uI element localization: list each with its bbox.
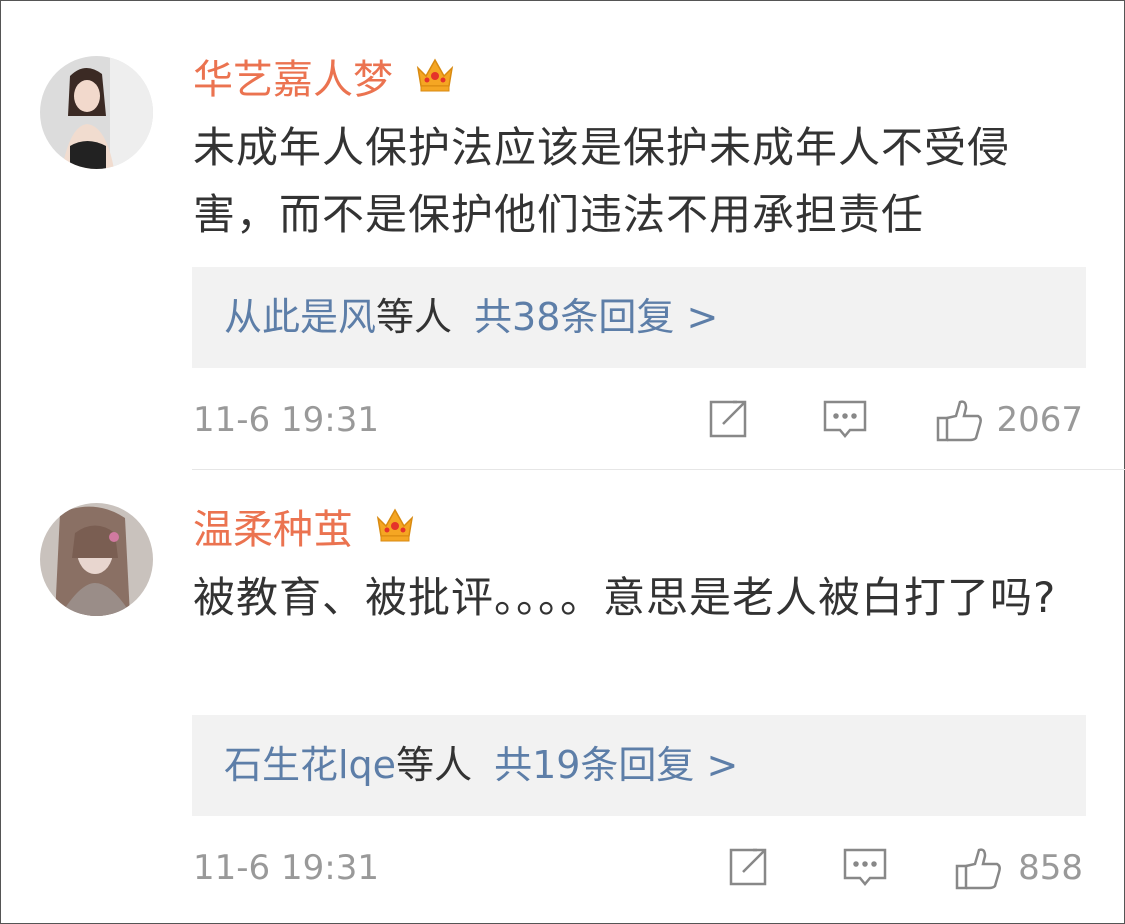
reply-suffix: 等人 — [396, 743, 473, 787]
username[interactable]: 华艺嘉人梦 — [193, 56, 456, 105]
like-count: 858 — [1018, 848, 1083, 888]
avatar[interactable] — [40, 503, 153, 616]
like-count: 2067 — [996, 400, 1083, 440]
crown-icon — [374, 504, 416, 555]
replies-link[interactable]: 石生花lqe等人 共19条回复 > — [192, 715, 1086, 816]
comment-icon[interactable] — [822, 398, 868, 446]
thumbs-up-icon[interactable] — [955, 846, 1003, 896]
comment-text: 未成年人保护法应该是保护未成年人不受侵害，而不是保护他们违法不用承担责任 — [193, 123, 1011, 239]
username-text[interactable]: 温柔种茧 — [193, 507, 353, 553]
username-text[interactable]: 华艺嘉人梦 — [193, 57, 393, 103]
comment-item: 温柔种茧 被教育、被批评。。。。意思是老人被白打了吗? 石生花lqe等人 共19条… — [0, 470, 1125, 924]
share-icon[interactable] — [727, 846, 771, 894]
reply-user-names: 从此是风 — [224, 295, 377, 339]
replies-link[interactable]: 从此是风等人 共38条回复 > — [192, 267, 1086, 368]
comment-item: 华艺嘉人梦 未成年人保护法应该是保护未成年人不受侵害，而不是保护他们违法不用承担… — [0, 0, 1125, 470]
thumbs-up-icon[interactable] — [936, 398, 984, 448]
comment-footer: 11-6 19:31 858 — [0, 838, 1125, 898]
reply-count: 共19条回复 > — [494, 743, 739, 787]
avatar[interactable] — [40, 56, 153, 169]
reply-user-names: 石生花lqe — [224, 743, 397, 787]
reply-count: 共38条回复 > — [474, 295, 719, 339]
username[interactable]: 温柔种茧 — [193, 506, 416, 555]
timestamp: 11-6 19:31 — [193, 848, 379, 888]
comment-text: 被教育、被批评。。。。意思是老人被白打了吗? — [193, 573, 1057, 622]
share-icon[interactable] — [707, 398, 751, 446]
comment-icon[interactable] — [842, 846, 888, 894]
reply-suffix: 等人 — [376, 295, 453, 339]
comment-footer: 11-6 19:31 2067 — [0, 390, 1125, 450]
timestamp: 11-6 19:31 — [193, 400, 379, 440]
crown-icon — [414, 54, 456, 105]
